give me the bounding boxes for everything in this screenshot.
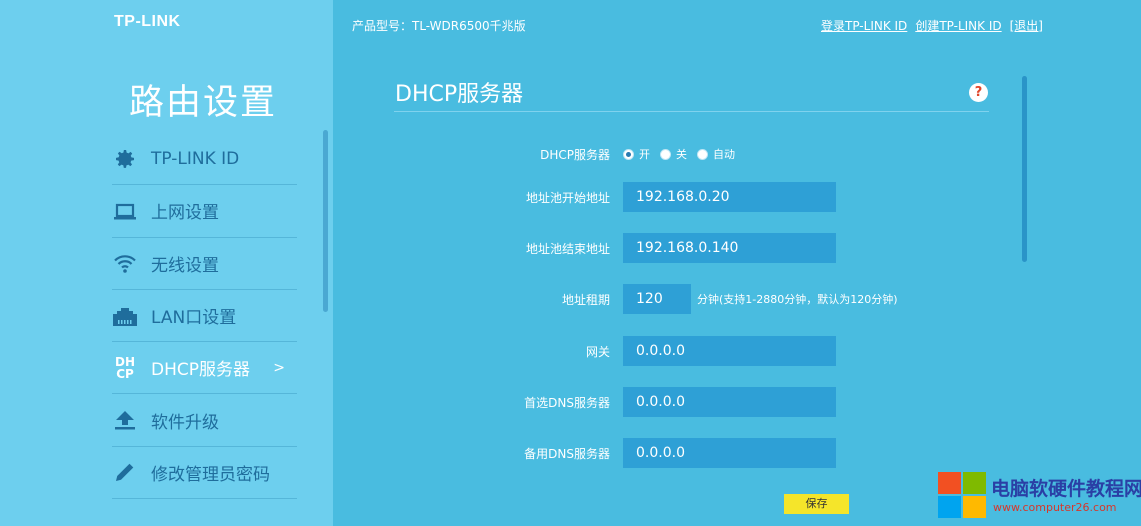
dhcp-on-radio[interactable]: 开 [623, 146, 650, 162]
windows-logo-icon [938, 472, 987, 519]
gateway-label: 网关 [585, 344, 610, 359]
dhcp-icon: DH CP [112, 355, 138, 381]
header-links: 登录TP-LINK ID 创建TP-LINK ID [退出] [821, 17, 1043, 34]
radio-dot [660, 148, 671, 160]
pool-start-input[interactable] [623, 182, 836, 212]
laptop-icon [112, 198, 138, 224]
radio-dot [623, 148, 634, 160]
logo-quadrant [963, 472, 986, 494]
dhcp-off-radio[interactable]: 关 [660, 146, 687, 162]
sidebar-item-label: 无线设置 [151, 255, 219, 276]
logout-link[interactable]: [退出] [1010, 17, 1043, 34]
dns-secondary-input[interactable] [623, 438, 836, 468]
help-icon[interactable]: ? [969, 83, 988, 102]
sidebar-item-admin-password[interactable]: 修改管理员密码 [112, 447, 297, 500]
sidebar-scrollbar[interactable] [323, 130, 328, 312]
sidebar-item-tp-link-id[interactable]: TP-LINK ID [112, 133, 297, 186]
sidebar-item-label: TP-LINK ID [151, 148, 240, 169]
radio-dot [697, 148, 708, 160]
login-tp-link-id-link[interactable]: 登录TP-LINK ID [821, 17, 907, 34]
pencil-icon [112, 459, 138, 485]
sidebar-item-label: 上网设置 [151, 203, 219, 224]
sidebar-item-dhcp[interactable]: DH CP DHCP服务器 > [112, 342, 297, 395]
lease-label: 地址租期 [561, 292, 610, 307]
title-divider [394, 111, 989, 112]
lease-hint: 分钟(支持1-2880分钟，默认为120分钟) [697, 293, 898, 306]
pool-start-label: 地址池开始地址 [525, 190, 610, 205]
dhcp-server-radio-group: 开 关 自动 [623, 146, 745, 162]
dns-secondary-label: 备用DNS服务器 [524, 446, 610, 461]
sidebar-item-upgrade[interactable]: 软件升级 [112, 394, 297, 447]
create-tp-link-id-link[interactable]: 创建TP-LINK ID [915, 17, 1001, 34]
radio-label: 关 [676, 148, 687, 161]
watermark-url: www.computer26.com [993, 501, 1117, 514]
dhcp-icon-text-bottom: CP [116, 366, 134, 381]
pool-start-row: 地址池开始地址 [420, 182, 1020, 212]
sidebar-item-label: 修改管理员密码 [151, 464, 270, 485]
watermark-title: 电脑软硬件教程网 [991, 478, 1141, 500]
sidebar-item-label: DHCP服务器 [151, 360, 250, 381]
gateway-input[interactable] [623, 336, 836, 366]
logo-quadrant [938, 472, 961, 494]
sidebar-item-internet[interactable]: 上网设置 [112, 185, 297, 238]
sidebar-nav: TP-LINK ID 上网设置 无线设置 LAN口设置 DH CP DHCP服务… [112, 133, 297, 500]
wifi-icon [112, 250, 138, 276]
sidebar-item-label: LAN口设置 [151, 308, 237, 329]
lan-port-icon [112, 303, 138, 329]
product-model: 产品型号：TL-WDR6500千兆版 [352, 19, 526, 33]
lease-input[interactable] [623, 284, 691, 314]
dns-primary-label: 首选DNS服务器 [524, 395, 610, 410]
logo-quadrant [963, 496, 986, 518]
tp-link-logo: TP-LINK [114, 13, 181, 30]
sidebar: TP-LINK 路由设置 TP-LINK ID 上网设置 无线设置 LAN口设置 [0, 0, 333, 526]
radio-label: 自动 [713, 148, 735, 161]
main-scrollbar[interactable] [1022, 76, 1027, 262]
lease-row: 地址租期 分钟(支持1-2880分钟，默认为120分钟) [420, 284, 1020, 314]
pool-end-label: 地址池结束地址 [525, 241, 610, 256]
panel-title: DHCP服务器 [395, 82, 524, 107]
radio-label: 开 [639, 148, 650, 161]
gateway-row: 网关 [420, 336, 1020, 366]
save-button[interactable]: 保存 [784, 494, 849, 514]
sidebar-item-wireless[interactable]: 无线设置 [112, 238, 297, 290]
watermark: 电脑软硬件教程网 www.computer26.com [935, 470, 1141, 526]
sidebar-title: 路由设置 [129, 83, 278, 123]
upload-icon [112, 407, 138, 433]
chevron-right-icon: > [273, 359, 285, 376]
dns-secondary-row: 备用DNS服务器 [420, 438, 1020, 468]
logo-quadrant [938, 496, 961, 518]
pool-end-input[interactable] [623, 233, 836, 263]
sidebar-item-label: 软件升级 [151, 412, 219, 433]
dns-primary-input[interactable] [623, 387, 836, 417]
dhcp-server-row: DHCP服务器 开 关 自动 [420, 139, 1020, 169]
gear-icon [112, 146, 138, 172]
dhcp-server-label: DHCP服务器 [540, 147, 610, 162]
dhcp-auto-radio[interactable]: 自动 [697, 146, 735, 162]
sidebar-item-lan[interactable]: LAN口设置 [112, 290, 297, 343]
pool-end-row: 地址池结束地址 [420, 233, 1020, 263]
dns-primary-row: 首选DNS服务器 [420, 387, 1020, 417]
